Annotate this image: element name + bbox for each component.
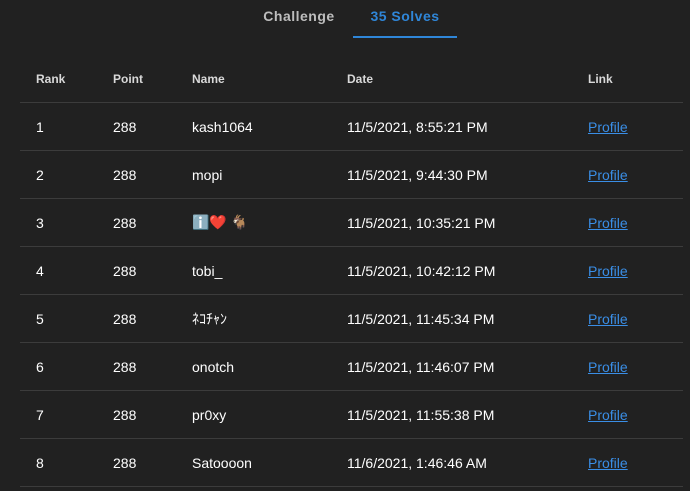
link-cell: Profile <box>588 390 683 439</box>
table-row: 1 288 kash1064 11/5/2021, 8:55:21 PM Pro… <box>20 102 683 151</box>
table-row: 2 288 mopi 11/5/2021, 9:44:30 PM Profile <box>20 150 683 199</box>
rank-cell: 6 <box>20 342 113 391</box>
name-cell: onotch <box>192 342 347 391</box>
date-cell: 11/5/2021, 11:55:38 PM <box>347 390 588 439</box>
date-cell: 11/5/2021, 11:46:07 PM <box>347 342 588 391</box>
link-cell: Profile <box>588 294 683 343</box>
tab-bar: Challenge 35 Solves <box>0 0 690 39</box>
profile-link[interactable]: Profile <box>588 263 628 279</box>
profile-link[interactable]: Profile <box>588 455 628 471</box>
table-row: 4 288 tobi_ 11/5/2021, 10:42:12 PM Profi… <box>20 246 683 295</box>
rank-cell: 3 <box>20 198 113 247</box>
link-cell: Profile <box>588 342 683 391</box>
point-cell: 288 <box>113 438 192 487</box>
point-cell: 288 <box>113 246 192 295</box>
point-cell: 288 <box>113 102 192 151</box>
table-row: 8 288 Satoooon 11/6/2021, 1:46:46 AM Pro… <box>20 438 683 487</box>
table-row: 5 288 ﾈｺﾁｬﾝ 11/5/2021, 11:45:34 PM Profi… <box>20 294 683 343</box>
point-cell: 288 <box>113 342 192 391</box>
name-cell: ﾈｺﾁｬﾝ <box>192 294 347 343</box>
table-row: 6 288 onotch 11/5/2021, 11:46:07 PM Prof… <box>20 342 683 391</box>
link-cell: Profile <box>588 438 683 487</box>
point-cell: 288 <box>113 150 192 199</box>
link-cell: Profile <box>588 150 683 199</box>
date-cell: 11/5/2021, 11:45:34 PM <box>347 294 588 343</box>
rank-cell: 1 <box>20 102 113 151</box>
profile-link[interactable]: Profile <box>588 359 628 375</box>
name-cell: Satoooon <box>192 438 347 487</box>
profile-link[interactable]: Profile <box>588 119 628 135</box>
rank-cell: 8 <box>20 438 113 487</box>
point-cell: 288 <box>113 294 192 343</box>
header-name[interactable]: Name <box>192 55 347 103</box>
profile-link[interactable]: Profile <box>588 167 628 183</box>
rank-cell: 2 <box>20 150 113 199</box>
name-cell: tobi_ <box>192 246 347 295</box>
profile-link[interactable]: Profile <box>588 215 628 231</box>
rank-cell: 7 <box>20 390 113 439</box>
name-cell: kash1064 <box>192 102 347 151</box>
rank-cell: 5 <box>20 294 113 343</box>
link-cell: Profile <box>588 198 683 247</box>
tab-solves[interactable]: 35 Solves <box>353 0 457 37</box>
point-cell: 288 <box>113 198 192 247</box>
table-row: 7 288 pr0xy 11/5/2021, 11:55:38 PM Profi… <box>20 390 683 439</box>
date-cell: 11/5/2021, 9:44:30 PM <box>347 150 588 199</box>
tab-challenge[interactable]: Challenge <box>247 0 351 37</box>
date-cell: 11/5/2021, 10:35:21 PM <box>347 198 588 247</box>
table-row: 3 288 ℹ️❤️ 🐐 11/5/2021, 10:35:21 PM Prof… <box>20 198 683 247</box>
name-cell: pr0xy <box>192 390 347 439</box>
profile-link[interactable]: Profile <box>588 407 628 423</box>
point-cell: 288 <box>113 390 192 439</box>
name-cell: ℹ️❤️ 🐐 <box>192 198 347 247</box>
active-tab-indicator <box>353 36 457 38</box>
header-rank[interactable]: Rank <box>20 55 113 103</box>
link-cell: Profile <box>588 102 683 151</box>
header-date[interactable]: Date <box>347 55 588 103</box>
date-cell: 11/6/2021, 1:46:46 AM <box>347 438 588 487</box>
name-cell: mopi <box>192 150 347 199</box>
solves-table: Rank Point Name Date Link 1 288 kash1064… <box>20 55 683 487</box>
rank-cell: 4 <box>20 246 113 295</box>
date-cell: 11/5/2021, 8:55:21 PM <box>347 102 588 151</box>
header-link: Link <box>588 55 683 103</box>
link-cell: Profile <box>588 246 683 295</box>
date-cell: 11/5/2021, 10:42:12 PM <box>347 246 588 295</box>
profile-link[interactable]: Profile <box>588 311 628 327</box>
table-header-row: Rank Point Name Date Link <box>20 55 683 103</box>
header-point[interactable]: Point <box>113 55 192 103</box>
